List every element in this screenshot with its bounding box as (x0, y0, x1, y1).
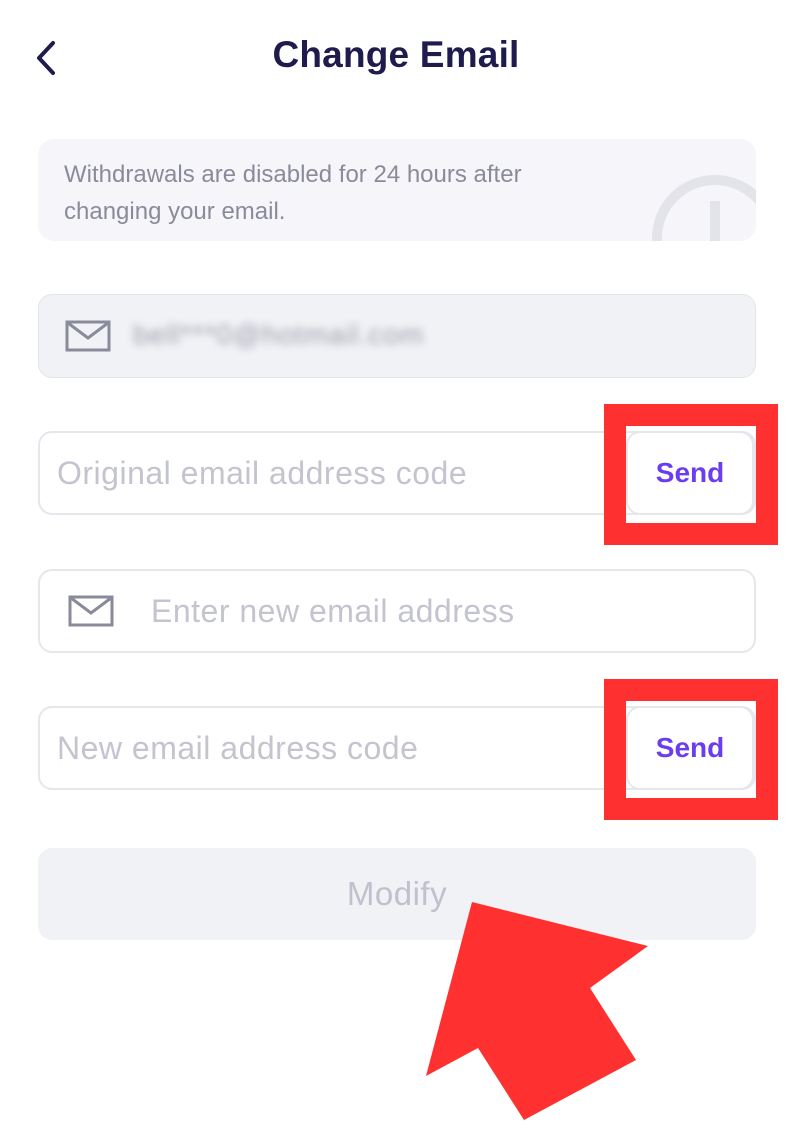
current-email-field: bell***0@hotmail.com (38, 294, 756, 378)
new-email-field (38, 569, 756, 653)
envelope-icon (68, 595, 114, 627)
original-code-field: Send (38, 431, 756, 515)
send-new-code-button[interactable]: Send (626, 706, 754, 790)
new-code-field: Send (38, 706, 756, 790)
notice-banner: Withdrawals are disabled for 24 hours af… (38, 139, 756, 241)
new-email-input[interactable] (151, 571, 731, 651)
notice-text: Withdrawals are disabled for 24 hours af… (64, 161, 522, 225)
page-title: Change Email (272, 34, 520, 75)
header-bar: Change Email (0, 0, 792, 112)
current-email-value: bell***0@hotmail.com (133, 319, 425, 350)
send-original-code-button[interactable]: Send (626, 431, 754, 515)
info-icon (652, 175, 756, 241)
envelope-icon (65, 320, 111, 352)
original-code-input[interactable] (57, 433, 597, 513)
modify-button[interactable]: Modify (38, 848, 756, 940)
new-code-input[interactable] (57, 708, 597, 788)
